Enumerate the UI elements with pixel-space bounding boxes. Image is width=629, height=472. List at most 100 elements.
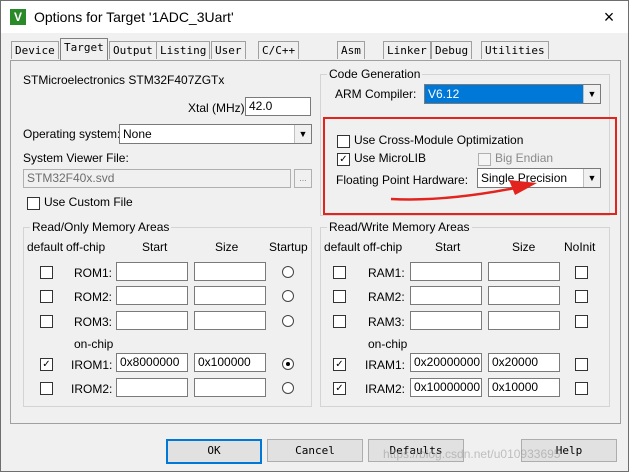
ram3-noinit-checkbox[interactable]: [575, 315, 588, 328]
tab-listing[interactable]: Listing: [156, 41, 211, 59]
irom1-start-input[interactable]: 0x8000000: [116, 353, 188, 372]
ro-header-startup: Startup: [269, 240, 308, 254]
rom3-size-input[interactable]: [194, 311, 266, 330]
tab-output[interactable]: Output: [109, 41, 157, 59]
iram2-noinit-checkbox[interactable]: [575, 382, 588, 395]
ram1-noinit-checkbox[interactable]: [575, 266, 588, 279]
os-select[interactable]: None ▼: [119, 124, 312, 144]
ram2-label: RAM2:: [368, 290, 405, 304]
rom1-size-input[interactable]: [194, 262, 266, 281]
code-generation-title: Code Generation: [327, 67, 423, 81]
ram2-size-input[interactable]: [488, 286, 560, 305]
rom3-startup-radio[interactable]: [282, 315, 294, 327]
arm-compiler-label: ARM Compiler:: [335, 87, 417, 101]
chevron-down-icon[interactable]: ▼: [583, 85, 600, 103]
cancel-button[interactable]: Cancel: [267, 439, 363, 462]
tab-utilities[interactable]: Utilities: [481, 41, 549, 59]
svd-label: System Viewer File:: [23, 151, 129, 165]
irom2-startup-radio[interactable]: [282, 382, 294, 394]
iram1-size-input[interactable]: 0x20000: [488, 353, 560, 372]
iram1-noinit-checkbox[interactable]: [575, 358, 588, 371]
ro-header-default: default: [27, 240, 64, 254]
arm-compiler-select[interactable]: V6.12 ▼: [424, 84, 601, 104]
rw-header-noinit: NoInit: [564, 240, 596, 254]
options-dialog: V Options for Target '1ADC_3Uart' × Devi…: [0, 0, 629, 472]
ram1-size-input[interactable]: [488, 262, 560, 281]
iram1-start-input[interactable]: 0x20000000: [410, 353, 482, 372]
iram2-start-input[interactable]: 0x10000000: [410, 378, 482, 397]
ro-header-size: Size: [215, 240, 239, 254]
ram1-label: RAM1:: [368, 266, 405, 280]
ro-memory-title: Read/Only Memory Areas: [30, 220, 172, 234]
rw-header-start: Start: [435, 240, 461, 254]
tab-linker[interactable]: Linker: [383, 41, 431, 59]
close-icon[interactable]: ×: [596, 4, 622, 30]
irom2-start-input[interactable]: [116, 378, 188, 397]
tab-target[interactable]: Target: [60, 38, 108, 60]
ro-onchip-label: on-chip: [74, 337, 114, 351]
irom1-default-checkbox[interactable]: ✓: [40, 358, 53, 371]
xtal-input[interactable]: 42.0: [245, 97, 311, 116]
rom1-startup-radio[interactable]: [282, 266, 294, 278]
iram2-label: IRAM2:: [365, 382, 406, 396]
rom3-default-checkbox[interactable]: [40, 315, 53, 328]
use-custom-file-checkbox[interactable]: [27, 197, 40, 210]
ram3-start-input[interactable]: [410, 311, 482, 330]
os-label: Operating system:: [23, 127, 121, 141]
arm-compiler-value: V6.12: [428, 87, 460, 101]
rom1-label: ROM1:: [74, 266, 113, 280]
rom2-size-input[interactable]: [194, 286, 266, 305]
ram3-size-input[interactable]: [488, 311, 560, 330]
rom2-default-checkbox[interactable]: [40, 290, 53, 303]
rom2-startup-radio[interactable]: [282, 290, 294, 302]
ram3-label: RAM3:: [368, 315, 405, 329]
irom2-size-input[interactable]: [194, 378, 266, 397]
read-write-memory-group: Read/Write Memory Areas default off-chip…: [320, 220, 610, 407]
irom1-size-input[interactable]: 0x100000: [194, 353, 266, 372]
ram2-start-input[interactable]: [410, 286, 482, 305]
rom1-start-input[interactable]: [116, 262, 188, 281]
iram2-default-checkbox[interactable]: ✓: [333, 382, 346, 395]
tab-debug[interactable]: Debug: [431, 41, 473, 59]
os-select-value: None: [123, 127, 152, 141]
tab-cc-ac6[interactable]: C/C++ (AC6): [258, 41, 300, 74]
irom1-startup-radio[interactable]: [282, 358, 294, 370]
ram1-start-input[interactable]: [410, 262, 482, 281]
ram2-default-checkbox[interactable]: [333, 290, 346, 303]
ro-header-start: Start: [142, 240, 168, 254]
tab-user[interactable]: User: [211, 41, 246, 59]
ram3-default-checkbox[interactable]: [333, 315, 346, 328]
iram2-size-input[interactable]: 0x10000: [488, 378, 560, 397]
ok-button[interactable]: OK: [166, 439, 262, 464]
tab-device[interactable]: Device: [11, 41, 59, 59]
ro-header-offchip: off-chip: [66, 240, 106, 254]
rw-header-size: Size: [512, 240, 536, 254]
irom2-label: IROM2:: [71, 382, 113, 396]
read-only-memory-group: Read/Only Memory Areas default off-chip …: [23, 220, 312, 407]
device-name: STMicroelectronics STM32F407ZGTx: [23, 73, 225, 87]
tab-asm[interactable]: Asm: [337, 41, 365, 59]
iram1-default-checkbox[interactable]: ✓: [333, 358, 346, 371]
xtal-label: Xtal (MHz):: [188, 101, 248, 115]
title-bar: V Options for Target '1ADC_3Uart' ×: [1, 1, 628, 33]
rom3-label: ROM3:: [74, 315, 113, 329]
target-tab-panel: STMicroelectronics STM32F407ZGTx Xtal (M…: [10, 60, 621, 424]
iram1-label: IRAM1:: [365, 358, 406, 372]
rom3-start-input[interactable]: [116, 311, 188, 330]
keil-uvision-icon: V: [10, 9, 26, 25]
window-title: Options for Target '1ADC_3Uart': [34, 9, 234, 25]
irom2-default-checkbox[interactable]: [40, 382, 53, 395]
rom2-start-input[interactable]: [116, 286, 188, 305]
chevron-down-icon[interactable]: ▼: [294, 125, 311, 143]
svd-file-input[interactable]: STM32F40x.svd: [23, 169, 291, 188]
ram2-noinit-checkbox[interactable]: [575, 290, 588, 303]
rw-header-default: default: [324, 240, 361, 254]
rom1-default-checkbox[interactable]: [40, 266, 53, 279]
rw-memory-title: Read/Write Memory Areas: [327, 220, 472, 234]
watermark: https://blog.csdn.net/u010933695: [383, 447, 561, 461]
svd-browse-button[interactable]: ...: [294, 169, 312, 188]
annotation-arrow-icon: [390, 180, 537, 201]
rw-header-offchip: off-chip: [363, 240, 403, 254]
ram1-default-checkbox[interactable]: [333, 266, 346, 279]
irom1-label: IROM1:: [71, 358, 113, 372]
